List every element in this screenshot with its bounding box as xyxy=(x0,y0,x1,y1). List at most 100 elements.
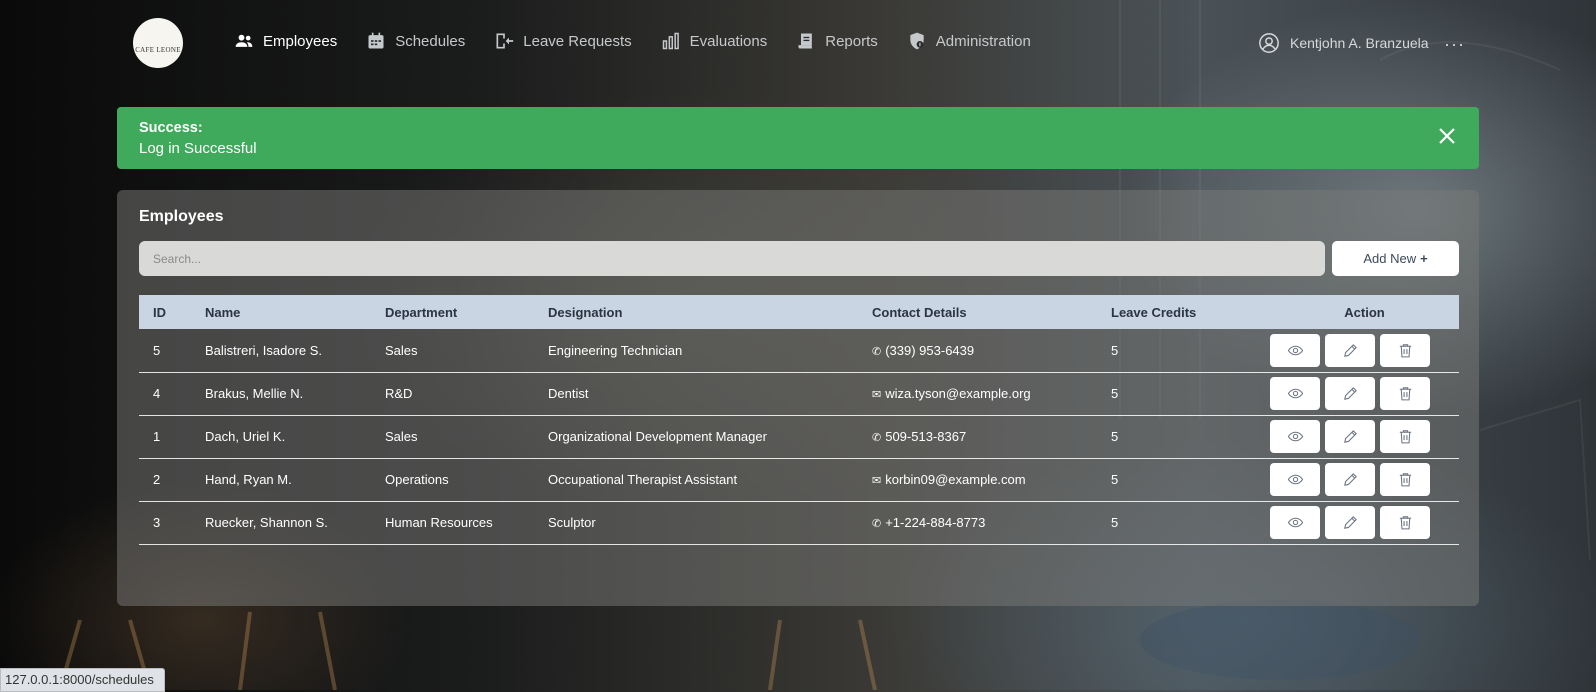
eye-icon xyxy=(1287,474,1303,485)
cell-contact: ✆ +1-224-884-8773 xyxy=(872,501,1111,544)
trash-icon xyxy=(1399,473,1411,487)
header-department: Department xyxy=(385,304,458,320)
nav-item-label: Administration xyxy=(935,32,1031,50)
table-body: 5 Balistreri, Isadore S. Sales Engineeri… xyxy=(139,329,1459,544)
nav-item-label: Employees xyxy=(263,32,338,50)
success-alert: Success: Log in Successful xyxy=(117,107,1479,169)
row-actions xyxy=(1270,333,1459,367)
cell-id: 3 xyxy=(153,515,161,530)
delete-button[interactable] xyxy=(1380,506,1430,539)
view-button[interactable] xyxy=(1270,420,1320,453)
edit-button[interactable] xyxy=(1325,463,1375,496)
cell-leave-credits: 5 xyxy=(1111,429,1119,444)
delete-button[interactable] xyxy=(1380,420,1430,453)
nav-item-reports[interactable]: Reports xyxy=(796,31,878,51)
table-header-row: ID Name Department Designation Contact D… xyxy=(139,295,1459,329)
leave-icon xyxy=(496,33,514,49)
view-button[interactable] xyxy=(1270,463,1320,496)
contact-type-icon: ✉ xyxy=(872,475,882,487)
pencil-icon xyxy=(1343,516,1357,529)
user-circle-icon xyxy=(1259,33,1279,53)
brand-logo[interactable]: CAFE LEONE xyxy=(133,18,183,68)
trash-icon xyxy=(1399,387,1411,401)
edit-button[interactable] xyxy=(1325,420,1375,453)
brand-logo-text: CAFE LEONE xyxy=(135,46,181,54)
close-icon[interactable] xyxy=(1435,124,1459,148)
user-menu[interactable]: Kentjohn A. Branzuela xyxy=(1258,32,1429,54)
view-button[interactable] xyxy=(1270,506,1320,539)
cell-designation: Occupational Therapist Assistant xyxy=(548,472,738,487)
eye-icon xyxy=(1287,388,1303,399)
nav-item-leave-requests[interactable]: Leave Requests xyxy=(494,31,632,51)
add-new-label: Add New xyxy=(1363,251,1417,266)
edit-button[interactable] xyxy=(1325,377,1375,410)
nav-item-label: Schedules xyxy=(395,32,466,50)
cell-name: Dach, Uriel K. xyxy=(205,429,286,444)
cell-actions xyxy=(1270,458,1459,501)
cell-id: 4 xyxy=(153,386,161,401)
cell-id: 1 xyxy=(153,429,161,444)
view-button[interactable] xyxy=(1270,377,1320,410)
cell-actions xyxy=(1270,415,1459,458)
cell-leave-credits: 5 xyxy=(1111,472,1119,487)
contact-value: +1-224-884-8773 xyxy=(885,515,986,530)
cell-name: Hand, Ryan M. xyxy=(205,472,292,487)
plus-icon: + xyxy=(1420,251,1428,266)
user-name: Kentjohn A. Branzuela xyxy=(1290,35,1429,51)
contact-value: wiza.tyson@example.org xyxy=(885,386,1031,401)
header-contact: Contact Details xyxy=(872,304,967,320)
header-name: Name xyxy=(205,304,241,320)
alert-message: Log in Successful xyxy=(139,140,257,157)
delete-button[interactable] xyxy=(1380,333,1430,367)
cell-designation: Sculptor xyxy=(548,515,596,530)
nav-item-employees[interactable]: Employees xyxy=(234,31,337,51)
cell-leave-credits: 5 xyxy=(1111,342,1119,358)
cell-contact: ✉ wiza.tyson@example.org xyxy=(872,372,1111,415)
delete-button[interactable] xyxy=(1380,463,1430,496)
search-input[interactable] xyxy=(139,241,1325,276)
pencil-icon xyxy=(1343,343,1357,357)
users-icon xyxy=(235,34,253,47)
cell-actions xyxy=(1270,501,1459,544)
header-leave-credits: Leave Credits xyxy=(1111,304,1197,320)
header-action: Action xyxy=(1344,304,1385,320)
report-icon xyxy=(798,33,813,49)
pencil-icon xyxy=(1343,387,1357,400)
contact-value: (339) 953-6439 xyxy=(885,342,975,358)
cell-name: Brakus, Mellie N. xyxy=(205,386,304,401)
nav-item-schedules[interactable]: Schedules xyxy=(366,31,465,51)
table-row: 4 Brakus, Mellie N. R&D Dentist ✉ wiza.ty… xyxy=(139,372,1459,415)
cell-leave-credits: 5 xyxy=(1111,515,1119,530)
cell-department: Human Resources xyxy=(385,515,493,530)
panel-title: Employees xyxy=(139,208,224,225)
add-new-button[interactable]: Add New + xyxy=(1332,241,1459,276)
nav-item-administration[interactable]: Administration xyxy=(907,31,1031,51)
row-actions xyxy=(1270,377,1459,410)
header-id: ID xyxy=(153,304,166,320)
delete-button[interactable] xyxy=(1380,377,1430,410)
edit-button[interactable] xyxy=(1325,506,1375,539)
calendar-icon xyxy=(368,32,384,49)
view-button[interactable] xyxy=(1270,333,1320,367)
cell-id: 2 xyxy=(153,472,161,487)
table-row: 2 Hand, Ryan M. Operations Occupational … xyxy=(139,458,1459,501)
cell-leave-credits: 5 xyxy=(1111,386,1119,401)
edit-button[interactable] xyxy=(1325,333,1375,367)
nav-item-label: Evaluations xyxy=(689,32,768,50)
row-actions xyxy=(1270,420,1459,453)
cell-designation: Organizational Development Manager xyxy=(548,429,767,444)
table-row: 5 Balistreri, Isadore S. Sales Engineeri… xyxy=(139,329,1459,372)
contact-value: korbin09@example.com xyxy=(885,472,1026,487)
cell-contact: ✆ 509-513-8367 xyxy=(872,415,1111,458)
table-row: 1 Dach, Uriel K. Sales Organizational De… xyxy=(139,415,1459,458)
nav-menu: Employees Schedules Leave Requests Evalu… xyxy=(234,31,1060,51)
cell-id: 5 xyxy=(153,342,161,358)
contact-type-icon: ✆ xyxy=(872,345,882,358)
alert-title: Success: xyxy=(139,120,203,136)
nav-item-evaluations[interactable]: Evaluations xyxy=(661,31,768,51)
trash-icon xyxy=(1399,344,1411,358)
eye-icon xyxy=(1287,517,1303,528)
more-options-icon[interactable]: ··· xyxy=(1444,34,1465,55)
cell-department: Sales xyxy=(385,429,418,444)
cell-contact: ✉ korbin09@example.com xyxy=(872,458,1111,501)
